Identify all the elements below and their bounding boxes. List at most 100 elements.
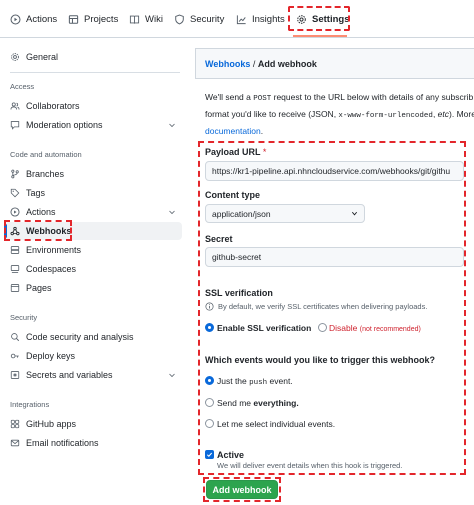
chevron-down-icon[interactable]	[168, 121, 176, 129]
sidebar-divider	[10, 72, 180, 73]
sidebar-item-github-apps[interactable]: GitHub apps	[10, 416, 76, 432]
event-push-label: Just the push event.	[217, 376, 293, 387]
description-text: We'll send a POST request to the URL bel…	[205, 90, 474, 139]
select-value: application/json	[212, 208, 271, 219]
desc-text: ). More	[449, 109, 474, 119]
chevron-down-icon[interactable]	[168, 371, 176, 379]
desc-text: .	[260, 126, 264, 136]
option-text: Just the	[217, 376, 250, 386]
repo-nav: Actions Projects Wiki Security Insights …	[0, 0, 474, 38]
option-text: Disable	[329, 323, 358, 333]
ssl-note: By default, we verify SSL certificates w…	[205, 302, 427, 311]
desc-text: request to the URL below with details of…	[271, 92, 474, 102]
sidebar-heading-integrations: Integrations	[10, 400, 50, 409]
check-icon	[206, 452, 213, 458]
sidebar-item-label: Branches	[26, 169, 65, 179]
active-tab-indicator	[293, 35, 347, 37]
sidebar-item-label: Codespaces	[26, 264, 77, 274]
sidebar-item-collaborators[interactable]: Collaborators	[10, 98, 80, 114]
sidebar-item-codespaces[interactable]: Codespaces	[10, 261, 76, 277]
button-highlight-box	[203, 477, 281, 502]
option-text: everything.	[253, 398, 299, 408]
sidebar-item-label: Secrets and variables	[26, 370, 113, 380]
active-note: We will deliver event details when this …	[217, 461, 403, 470]
sidebar-heading-access: Access	[10, 82, 35, 91]
tab-projects[interactable]: Projects	[68, 10, 118, 28]
sidebar-item-email-notifications[interactable]: Email notifications	[10, 435, 99, 451]
codespaces-icon	[10, 265, 20, 273]
sidebar-item-secrets[interactable]: Secrets and variables	[10, 367, 113, 383]
breadcrumb-link-webhooks[interactable]: Webhooks	[205, 59, 250, 69]
sidebar-item-deploy-keys[interactable]: Deploy keys	[10, 348, 75, 364]
webhooks-highlight-box	[4, 220, 72, 241]
shield-icon	[175, 14, 184, 24]
chevron-down-icon[interactable]	[168, 208, 176, 216]
mail-icon	[10, 439, 20, 447]
ssl-note-text: By default, we verify SSL certificates w…	[218, 302, 428, 311]
breadcrumb: Webhooks / Add webhook	[205, 59, 317, 69]
sidebar-item-branches[interactable]: Branches	[10, 166, 64, 182]
sidebar-item-label: Environments	[26, 245, 82, 255]
report-icon	[10, 121, 20, 130]
event-everything-label: Send me everything.	[217, 398, 299, 408]
sidebar-item-label: Code security and analysis	[26, 332, 134, 342]
required-marker: *	[262, 147, 267, 157]
sidebar-item-label: Actions	[26, 207, 56, 217]
sidebar-item-label: General	[26, 52, 59, 62]
tab-label: Insights	[252, 13, 285, 25]
events-label: Which events would you like to trigger t…	[205, 355, 436, 365]
sidebar-item-moderation[interactable]: Moderation options	[10, 117, 103, 133]
sidebar-item-label: Email notifications	[26, 438, 99, 448]
payload-url-input[interactable]: https://kr1-pipeline.api.nhncloudservice…	[205, 161, 464, 181]
ssl-disable-label: Disable (not recommended)	[329, 323, 421, 333]
secret-label: Secret	[205, 234, 233, 244]
ssl-disable-radio[interactable]	[318, 323, 327, 332]
table-icon	[68, 14, 79, 24]
tab-actions[interactable]: Actions	[10, 10, 57, 28]
event-individual-radio[interactable]	[205, 419, 214, 428]
breadcrumb-separator: /	[250, 59, 258, 69]
chevron-down-icon	[351, 211, 358, 216]
content-type-select[interactable]: application/json	[205, 204, 365, 223]
page-title: Add webhook	[257, 59, 317, 69]
apps-icon	[10, 419, 20, 429]
tab-wiki[interactable]: Wiki	[129, 10, 163, 28]
ssl-enable-label: Enable SSL verification	[217, 323, 311, 333]
book-icon	[129, 15, 140, 24]
sidebar-item-tags[interactable]: Tags	[10, 185, 45, 201]
sidebar-item-pages[interactable]: Pages	[10, 280, 52, 296]
event-everything-radio[interactable]	[205, 398, 214, 407]
sidebar-item-label: Deploy keys	[26, 351, 76, 361]
tab-label: Projects	[84, 13, 119, 25]
asterisk-icon	[10, 371, 20, 379]
documentation-link[interactable]: documentation	[205, 126, 261, 136]
sidebar-item-general[interactable]: General	[10, 49, 58, 65]
tab-label: Wiki	[145, 13, 163, 25]
secret-input[interactable]: github-secret	[205, 247, 464, 267]
option-text: Send me	[217, 398, 254, 408]
ssl-enable-radio[interactable]	[205, 323, 214, 332]
key-icon	[10, 353, 19, 359]
sidebar-item-actions[interactable]: Actions	[10, 204, 56, 220]
tab-insights[interactable]: Insights	[236, 10, 285, 28]
option-text: Enable SSL verification	[217, 323, 312, 333]
active-checkbox[interactable]	[205, 450, 214, 459]
tag-icon	[10, 188, 20, 198]
tab-security[interactable]: Security	[174, 10, 224, 28]
branch-icon	[11, 169, 19, 179]
sidebar-item-label: Moderation options	[26, 120, 103, 130]
settings-highlight-box	[288, 6, 350, 31]
desc-text: We'll send a	[205, 92, 254, 102]
active-label: Active	[217, 450, 245, 460]
sidebar-item-environments[interactable]: Environments	[10, 242, 81, 258]
event-individual-label: Let me select individual events.	[217, 419, 336, 429]
event-push-radio[interactable]	[205, 376, 214, 385]
play-icon	[10, 14, 21, 24]
tab-label: Actions	[26, 13, 58, 25]
desc-code: x-www-form-urlencoded	[338, 112, 433, 120]
sidebar-item-label: GitHub apps	[26, 419, 77, 429]
sidebar-heading-security: Security	[10, 313, 38, 322]
tab-label: Security	[190, 13, 225, 25]
sidebar-item-code-security[interactable]: Code security and analysis	[10, 329, 134, 345]
option-text: event.	[267, 376, 293, 386]
